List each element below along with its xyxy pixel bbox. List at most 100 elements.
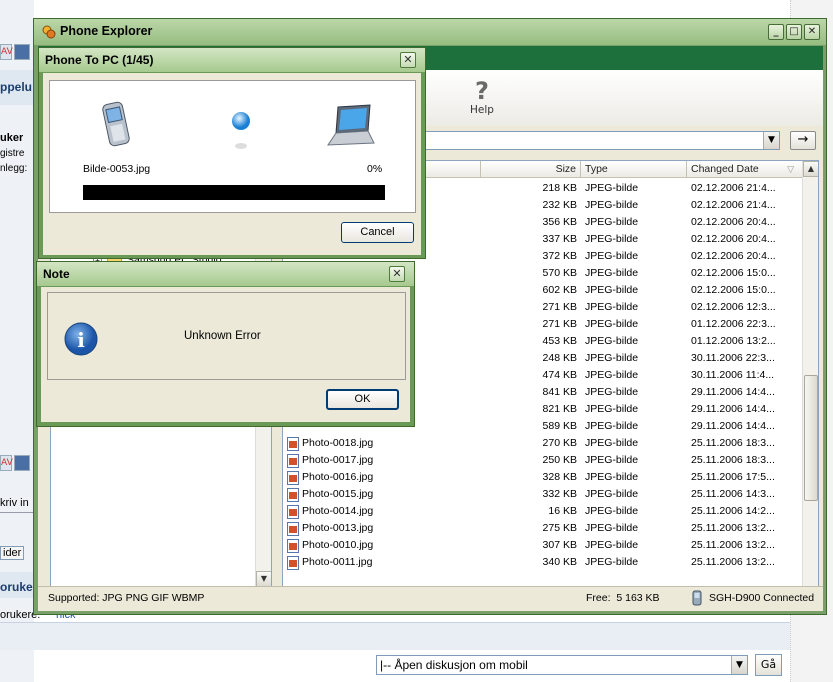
- bg-chip[interactable]: AV: [0, 455, 13, 471]
- column-header-type[interactable]: Type: [581, 161, 687, 178]
- bg-text: uker: [0, 132, 24, 144]
- file-type-cell: JPEG-bilde: [585, 454, 639, 466]
- transfer-percent: 0%: [367, 163, 383, 175]
- table-row[interactable]: Photo-0017.jpg 250 KB JPEG-bilde 25.11.2006…: [283, 452, 802, 469]
- path-combobox[interactable]: ▼: [418, 131, 780, 150]
- file-name-cell: Photo-0017.jpg: [302, 454, 374, 466]
- file-type-cell: JPEG-bilde: [585, 471, 639, 483]
- file-size-cell: 271 KB: [542, 318, 577, 330]
- maximize-button[interactable]: □: [786, 24, 802, 40]
- table-row[interactable]: Photo-0010.jpg 307 KB JPEG-bilde 25.11.2006…: [283, 537, 802, 554]
- bg-chip[interactable]: AV: [0, 44, 13, 60]
- file-name-cell: Photo-0011.jpg: [302, 556, 373, 568]
- bg-text: kriv in: [0, 497, 29, 509]
- chevron-down-icon[interactable]: ▼: [763, 132, 779, 149]
- file-date-cell: 02.12.2006 15:0...: [691, 284, 776, 296]
- go-arrow-button[interactable]: →: [790, 131, 816, 150]
- svg-text:i: i: [77, 328, 85, 352]
- file-size-cell: 232 KB: [542, 199, 577, 211]
- app-icon: [42, 25, 56, 39]
- file-type-cell: JPEG-bilde: [585, 505, 639, 517]
- file-type-cell: JPEG-bilde: [585, 437, 639, 449]
- bg-text: nlegg:: [0, 163, 28, 174]
- file-type-cell: JPEG-bilde: [585, 556, 639, 568]
- close-button[interactable]: ✕: [804, 24, 820, 40]
- minimize-button[interactable]: _: [768, 24, 784, 40]
- image-file-icon: [287, 454, 299, 468]
- file-size-cell: 328 KB: [542, 471, 577, 483]
- file-date-cell: 25.11.2006 18:3...: [691, 454, 775, 466]
- table-row[interactable]: Photo-0013.jpg 275 KB JPEG-bilde 25.11.2006…: [283, 520, 802, 537]
- phone-icon: [690, 590, 704, 606]
- file-date-cell: 25.11.2006 18:3...: [691, 437, 775, 449]
- file-size-cell: 841 KB: [542, 386, 577, 398]
- title-bar[interactable]: Phone Explorer _ □ ✕: [34, 19, 826, 45]
- file-type-cell: JPEG-bilde: [585, 539, 639, 551]
- file-size-cell: 821 KB: [542, 403, 577, 415]
- file-name-cell: Photo-0016.jpg: [302, 471, 374, 483]
- file-name-cell: Photo-0013.jpg: [302, 522, 374, 534]
- status-supported-formats: Supported: JPG PNG GIF WBMP: [48, 592, 205, 604]
- file-date-cell: 02.12.2006 20:4...: [691, 216, 776, 228]
- list-vertical-scrollbar[interactable]: ▲ ▼: [802, 161, 818, 603]
- image-file-icon: [287, 522, 299, 536]
- file-size-cell: 602 KB: [542, 284, 577, 296]
- note-message: Unknown Error: [184, 330, 261, 342]
- file-type-cell: JPEG-bilde: [585, 216, 639, 228]
- file-size-cell: 248 KB: [542, 352, 577, 364]
- status-free-space: Free: 5 163 KB: [586, 592, 660, 604]
- transfer-filename: Bilde-0053.jpg: [83, 163, 151, 175]
- file-date-cell: 30.11.2006 11:4...: [691, 369, 775, 381]
- file-size-cell: 270 KB: [542, 437, 577, 449]
- table-row[interactable]: Photo-0014.jpg 16 KB JPEG-bilde 25.11.2006 …: [283, 503, 802, 520]
- column-header-date[interactable]: Changed Date ▽: [687, 161, 802, 178]
- bg-text: gistre: [0, 148, 25, 159]
- file-size-cell: 474 KB: [542, 369, 577, 381]
- scroll-down-button[interactable]: ▼: [256, 571, 271, 587]
- file-size-cell: 570 KB: [542, 267, 577, 279]
- file-date-cell: 30.11.2006 22:3...: [691, 352, 775, 364]
- file-size-cell: 453 KB: [542, 335, 577, 347]
- file-name-cell: Photo-0018.jpg: [302, 437, 374, 449]
- table-row[interactable]: Photo-0015.jpg 332 KB JPEG-bilde 25.11.2006…: [283, 486, 802, 503]
- bg-footer-band: [0, 622, 790, 650]
- file-type-cell: JPEG-bilde: [585, 403, 639, 415]
- table-row[interactable]: Photo-0016.jpg 328 KB JPEG-bilde 25.11.2006…: [283, 469, 802, 486]
- note-dialog: Note ✕ i Unknown Error OK: [36, 261, 415, 427]
- file-type-cell: JPEG-bilde: [585, 284, 639, 296]
- cancel-button[interactable]: Cancel: [341, 222, 414, 243]
- bg-chip-icon[interactable]: [14, 455, 30, 471]
- forum-jump-select[interactable]: |-- Åpen diskusjon om mobil ▼: [376, 655, 748, 675]
- image-file-icon: [287, 505, 299, 519]
- ok-button[interactable]: OK: [326, 389, 399, 410]
- help-button[interactable]: ? Help: [458, 76, 506, 116]
- status-connection: SGH-D900 Connected: [709, 592, 815, 604]
- info-icon: i: [64, 322, 98, 356]
- scroll-thumb[interactable]: [804, 375, 818, 501]
- column-header-size[interactable]: Size: [481, 161, 581, 178]
- transfer-dialog: Phone To PC (1/45) ✕ Bilde-0053.jpg 0% C…: [38, 47, 426, 259]
- sort-arrow-icon: ▽: [787, 164, 794, 174]
- table-row[interactable]: Photo-0011.jpg 340 KB JPEG-bilde 25.11.2006…: [283, 554, 802, 571]
- file-size-cell: 275 KB: [542, 522, 577, 534]
- close-icon[interactable]: ✕: [400, 52, 416, 68]
- help-icon: ?: [458, 76, 506, 105]
- note-dialog-title-bar[interactable]: Note ✕: [37, 262, 414, 286]
- file-size-cell: 307 KB: [542, 539, 577, 551]
- file-size-cell: 16 KB: [548, 505, 577, 517]
- bg-divider: [0, 512, 34, 513]
- file-size-cell: 250 KB: [542, 454, 577, 466]
- table-row[interactable]: Photo-0018.jpg 270 KB JPEG-bilde 25.11.2006…: [283, 435, 802, 452]
- arrow-right-icon: →: [797, 132, 809, 147]
- chevron-down-icon[interactable]: ▼: [731, 656, 747, 674]
- transfer-dialog-title: Phone To PC (1/45): [45, 53, 154, 67]
- scroll-up-button[interactable]: ▲: [803, 161, 818, 177]
- file-date-cell: 01.12.2006 13:2...: [691, 335, 776, 347]
- forum-go-button[interactable]: Gå: [755, 654, 782, 676]
- close-icon[interactable]: ✕: [389, 266, 405, 282]
- transfer-orb-icon: [231, 111, 251, 151]
- transfer-dialog-title-bar[interactable]: Phone To PC (1/45) ✕: [39, 48, 425, 72]
- bg-chip-icon[interactable]: [14, 44, 30, 60]
- bg-button[interactable]: ider: [0, 546, 25, 560]
- file-type-cell: JPEG-bilde: [585, 182, 639, 194]
